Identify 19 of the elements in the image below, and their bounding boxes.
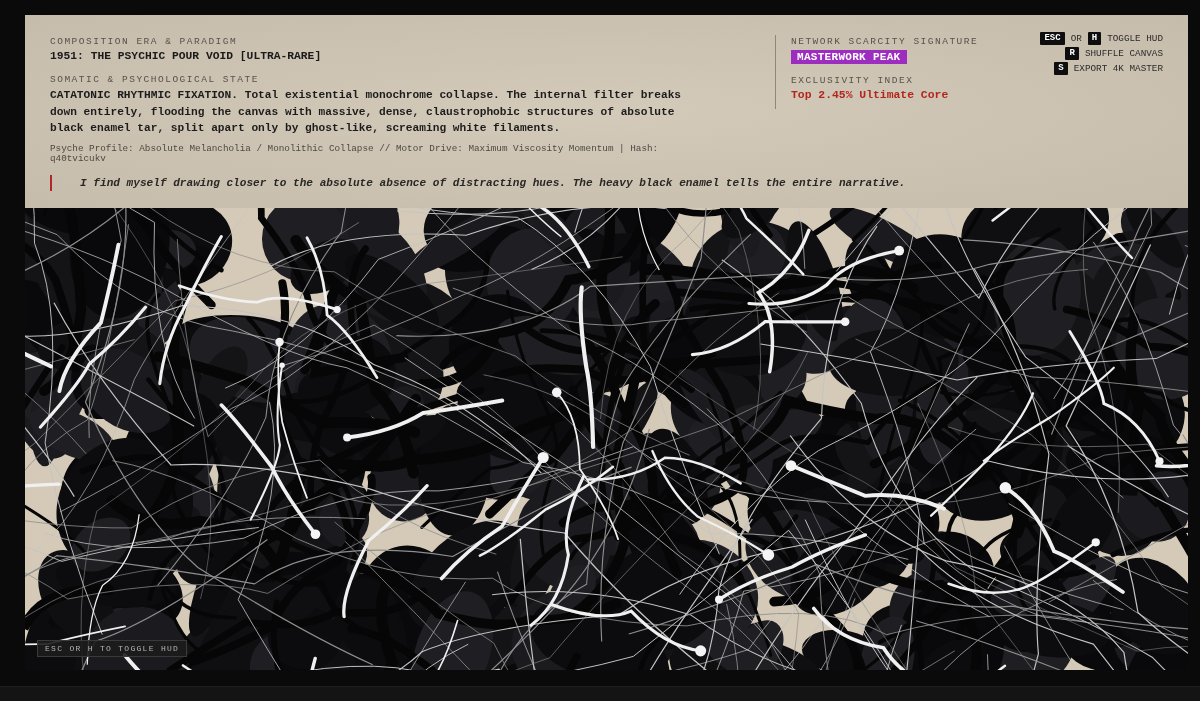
key-cap: R	[1065, 47, 1079, 60]
shortcut-text: OR	[1070, 32, 1082, 45]
index-label: EXCLUSIVITY INDEX	[791, 75, 915, 87]
profile-text: Psyche Profile: Absolute Melancholia / Monolithic Collapse // Motor Drive: Maximum Viscosity Momentum | Hash: q40tvicukv	[50, 143, 660, 164]
hud-hint: ESC OR H TO TOGGLE HUD	[37, 640, 188, 657]
state-label: SOMATIC & PSYCHOLOGICAL STATE	[50, 74, 259, 86]
shortcut-text: EXPORT 4K MASTER	[1073, 62, 1163, 75]
era-label: COMPOSITION ERA & PARADIGM	[50, 36, 238, 48]
era-title: 1951: THE PSYCHIC POUR VOID [ULTRA-RARE]	[50, 49, 322, 64]
key-cap: H	[1087, 32, 1102, 45]
key-cap: S	[1054, 62, 1068, 75]
index-value: Top 2.45% Ultimate Core	[791, 88, 950, 103]
shortcut-text: TOGGLE HUD	[1107, 32, 1163, 45]
shortcut-text: SHUFFLE CANVAS	[1084, 47, 1163, 60]
key-cap: ESC	[1040, 32, 1065, 45]
rarity-label: NETWORK SCARCITY SIGNATURE	[791, 36, 979, 48]
state-description: CATATONIC RHYTHMIC FIXATION. Total existential monochrome collapse. The internal filter breaks down entirely, flooding the canvas with massive, dense, claustrophobic structures of absolute black enamel tar, split apart only by ghost-like, screaming white filaments.	[50, 88, 683, 136]
rarity-badge: MASTERWORK PEAK	[791, 50, 907, 64]
quote-text: I find myself drawing closer to the absolute absence of distracting hues. The heavy black enamel tells the entire narrative.	[50, 174, 914, 191]
